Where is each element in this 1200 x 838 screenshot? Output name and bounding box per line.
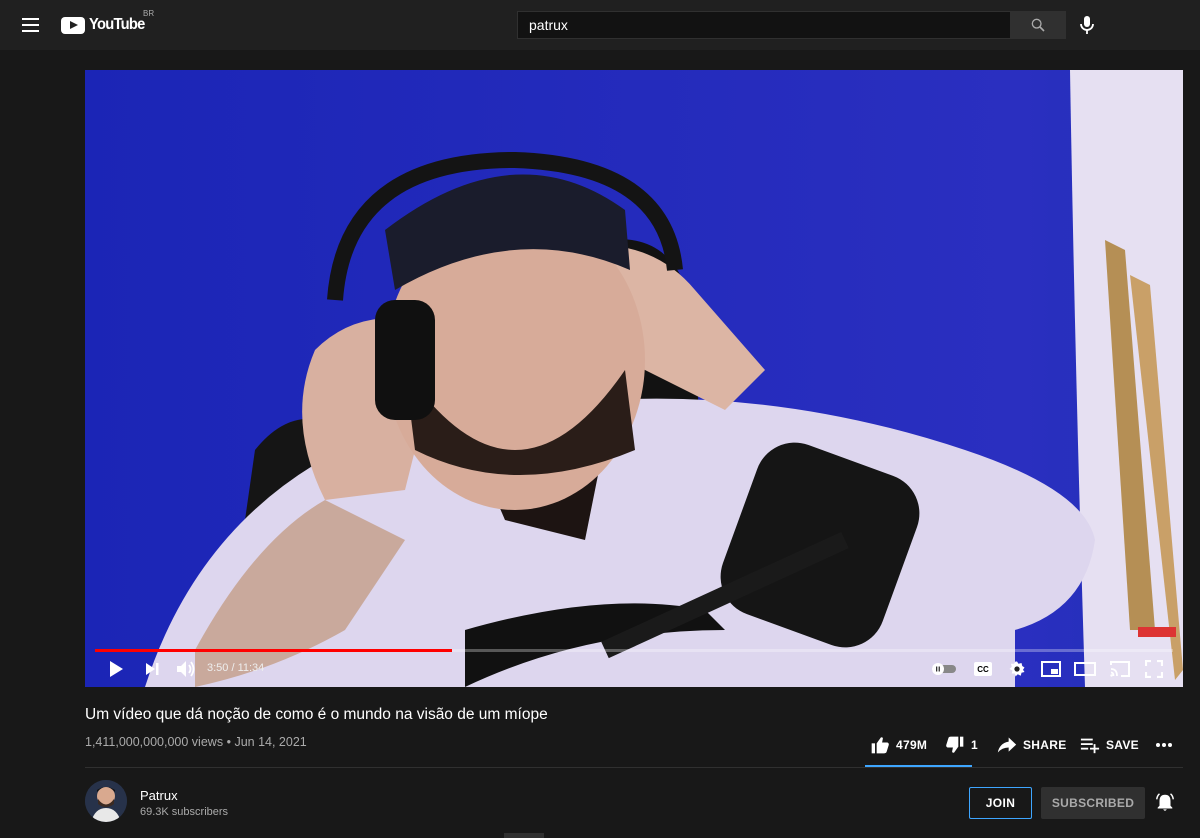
divider xyxy=(85,767,1183,768)
settings-icon xyxy=(1009,661,1025,677)
play-button[interactable] xyxy=(105,657,127,681)
thumbs-up-icon xyxy=(871,737,889,754)
volume-button[interactable] xyxy=(174,657,198,681)
dislike-button[interactable]: 1 xyxy=(945,734,978,756)
subscriber-count: 69.3K subscribers xyxy=(140,806,229,818)
fullscreen-button[interactable] xyxy=(1143,657,1165,681)
miniplayer-button[interactable] xyxy=(1040,657,1062,681)
save-label: SAVE xyxy=(1106,738,1139,752)
time-display: 3:50 / 11:34 xyxy=(207,662,265,674)
channel-name[interactable]: Patrux xyxy=(140,788,178,803)
voice-search-button[interactable] xyxy=(1072,10,1102,40)
autoplay-toggle-icon xyxy=(932,663,956,675)
like-count: 479M xyxy=(896,738,928,752)
share-icon xyxy=(997,737,1017,753)
fullscreen-icon xyxy=(1145,660,1163,678)
search-button[interactable] xyxy=(1010,11,1066,39)
volume-icon xyxy=(177,661,195,677)
like-button[interactable]: 479M xyxy=(870,734,927,756)
save-button[interactable]: SAVE xyxy=(1080,734,1139,756)
country-code: BR xyxy=(143,9,155,18)
search-icon xyxy=(1031,18,1045,32)
next-icon xyxy=(146,663,159,675)
logo-text: YouTube xyxy=(89,16,145,33)
share-label: SHARE xyxy=(1023,738,1067,752)
avatar[interactable] xyxy=(85,780,127,822)
thumbs-down-icon xyxy=(946,736,964,753)
share-button[interactable]: SHARE xyxy=(997,734,1067,756)
notification-bell-button[interactable] xyxy=(1153,791,1177,815)
join-button[interactable]: JOIN xyxy=(969,787,1032,819)
view-count: 1,411,000,000,000 views xyxy=(85,735,224,749)
theater-button[interactable] xyxy=(1073,657,1097,681)
play-icon xyxy=(110,661,123,677)
hamburger-icon[interactable] xyxy=(17,13,45,37)
video-title: Um vídeo que dá noção de como é o mundo … xyxy=(85,706,548,723)
captions-icon: CC xyxy=(974,662,992,676)
autoplay-toggle[interactable] xyxy=(930,657,958,681)
theater-icon xyxy=(1074,662,1096,676)
more-actions-button[interactable] xyxy=(1155,734,1173,756)
more-icon xyxy=(1156,743,1172,747)
dislike-count: 1 xyxy=(971,738,978,752)
meta-separator: • xyxy=(226,735,231,749)
subscribed-button[interactable]: SUBSCRIBED xyxy=(1041,787,1145,819)
upload-date: Jun 14, 2021 xyxy=(234,735,307,749)
search-input[interactable]: patrux xyxy=(517,11,1010,39)
microphone-icon xyxy=(1080,16,1094,34)
video-frame xyxy=(85,70,1183,687)
masthead: YouTube BR patrux xyxy=(0,0,1200,50)
next-button[interactable] xyxy=(141,657,163,681)
player-controls: 3:50 / 11:34 CC xyxy=(85,652,1183,687)
video-player[interactable]: 3:50 / 11:34 CC xyxy=(85,70,1183,687)
scroll-indicator xyxy=(504,833,544,838)
bell-icon xyxy=(1156,793,1174,811)
miniplayer-icon xyxy=(1041,661,1061,677)
cast-button[interactable] xyxy=(1108,657,1132,681)
cast-icon xyxy=(1110,661,1130,677)
settings-button[interactable] xyxy=(1006,657,1028,681)
youtube-logo[interactable]: YouTube BR xyxy=(61,9,154,38)
youtube-play-icon xyxy=(61,16,85,34)
video-meta: 1,411,000,000,000 views • Jun 14, 2021 xyxy=(85,735,307,749)
channel-avatar-image xyxy=(85,780,127,822)
add-to-playlist-icon xyxy=(1080,738,1100,754)
captions-button[interactable]: CC xyxy=(972,657,994,681)
